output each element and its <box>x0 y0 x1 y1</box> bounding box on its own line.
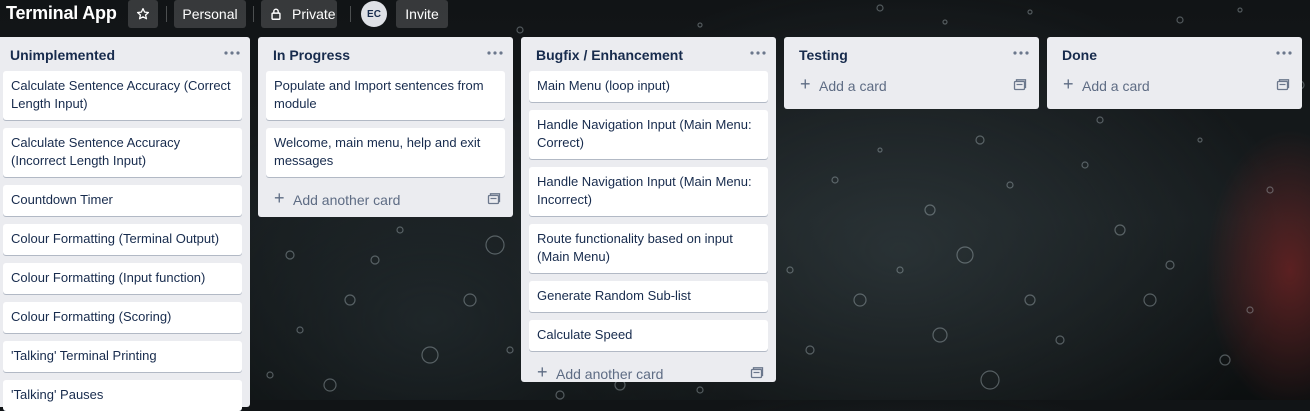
list-header: In Progress <box>258 37 513 71</box>
board-title[interactable]: Terminal App <box>6 3 117 24</box>
add-card-label: Add another card <box>556 366 664 382</box>
list-header: Done <box>1047 37 1302 71</box>
card-template-icon[interactable] <box>750 366 764 380</box>
list-title[interactable]: In Progress <box>273 47 350 63</box>
card[interactable]: Calculate Speed <box>529 320 768 351</box>
card[interactable]: Welcome, main menu, help and exit messag… <box>266 128 505 177</box>
list-unimplemented: Unimplemented Calculate Sentence Accurac… <box>0 37 250 411</box>
card-template-icon[interactable] <box>487 192 501 206</box>
add-card-button[interactable]: + Add another card <box>266 185 505 215</box>
star-icon <box>136 7 150 20</box>
add-card-label: Add another card <box>293 192 401 208</box>
card[interactable]: Route functionality based on input (Main… <box>529 224 768 273</box>
plus-icon: + <box>1063 74 1074 94</box>
header-divider <box>166 6 167 22</box>
card[interactable]: Calculate Sentence Accuracy (Correct Len… <box>3 71 242 120</box>
visibility-label: Private <box>292 6 336 22</box>
more-icon[interactable] <box>220 43 244 63</box>
card[interactable]: Handle Navigation Input (Main Menu: Corr… <box>529 110 768 159</box>
card[interactable]: Populate and Import sentences from modul… <box>266 71 505 120</box>
card[interactable]: Colour Formatting (Terminal Output) <box>3 224 242 255</box>
card[interactable]: Handle Navigation Input (Main Menu: Inco… <box>529 167 768 216</box>
plus-icon: + <box>274 188 285 208</box>
card-template-icon[interactable] <box>1013 78 1027 92</box>
workspace-button[interactable]: Personal <box>174 0 246 28</box>
card[interactable]: Calculate Sentence Accuracy (Incorrect L… <box>3 128 242 177</box>
list-title[interactable]: Done <box>1062 47 1097 63</box>
list-title[interactable]: Bugfix / Enhancement <box>536 47 683 63</box>
more-icon[interactable] <box>1272 43 1296 63</box>
more-icon[interactable] <box>746 43 770 63</box>
list-header: Testing <box>784 37 1039 71</box>
card[interactable]: Generate Random Sub-list <box>529 281 768 312</box>
list-title[interactable]: Unimplemented <box>10 47 115 63</box>
invite-button[interactable]: Invite <box>396 0 448 28</box>
visibility-button[interactable]: Private <box>261 0 337 28</box>
lock-icon <box>271 8 281 20</box>
plus-icon: + <box>800 74 811 94</box>
list-bugfix-enhancement: Bugfix / Enhancement Main Menu (loop inp… <box>521 37 776 382</box>
add-card-button[interactable]: + Add a card <box>792 71 1031 101</box>
board-header: Terminal App Personal Private EC Invite <box>0 0 1310 28</box>
list-title[interactable]: Testing <box>799 47 848 63</box>
list-done: Done + Add a card <box>1047 37 1302 109</box>
add-card-label: Add a card <box>1082 78 1150 94</box>
card-template-icon[interactable] <box>1276 78 1290 92</box>
card[interactable]: Colour Formatting (Input function) <box>3 263 242 294</box>
member-avatar[interactable]: EC <box>361 1 387 27</box>
star-board-button[interactable] <box>128 0 158 28</box>
card[interactable]: Countdown Timer <box>3 185 242 216</box>
plus-icon: + <box>537 362 548 382</box>
more-icon[interactable] <box>483 43 507 63</box>
list-header: Bugfix / Enhancement <box>521 37 776 71</box>
add-card-label: Add a card <box>819 78 887 94</box>
list-header: Unimplemented <box>0 37 250 71</box>
card[interactable]: 'Talking' Pauses <box>3 380 242 411</box>
card[interactable]: Colour Formatting (Scoring) <box>3 302 242 333</box>
add-card-button[interactable]: + Add a card <box>1055 71 1294 101</box>
list-testing: Testing + Add a card <box>784 37 1039 109</box>
add-card-button[interactable]: + Add another card <box>529 359 768 389</box>
header-divider <box>350 6 351 22</box>
more-icon[interactable] <box>1009 43 1033 63</box>
header-divider <box>253 6 254 22</box>
list-in-progress: In Progress Populate and Import sentence… <box>258 37 513 217</box>
card[interactable]: 'Talking' Terminal Printing <box>3 341 242 372</box>
card[interactable]: Main Menu (loop input) <box>529 71 768 102</box>
